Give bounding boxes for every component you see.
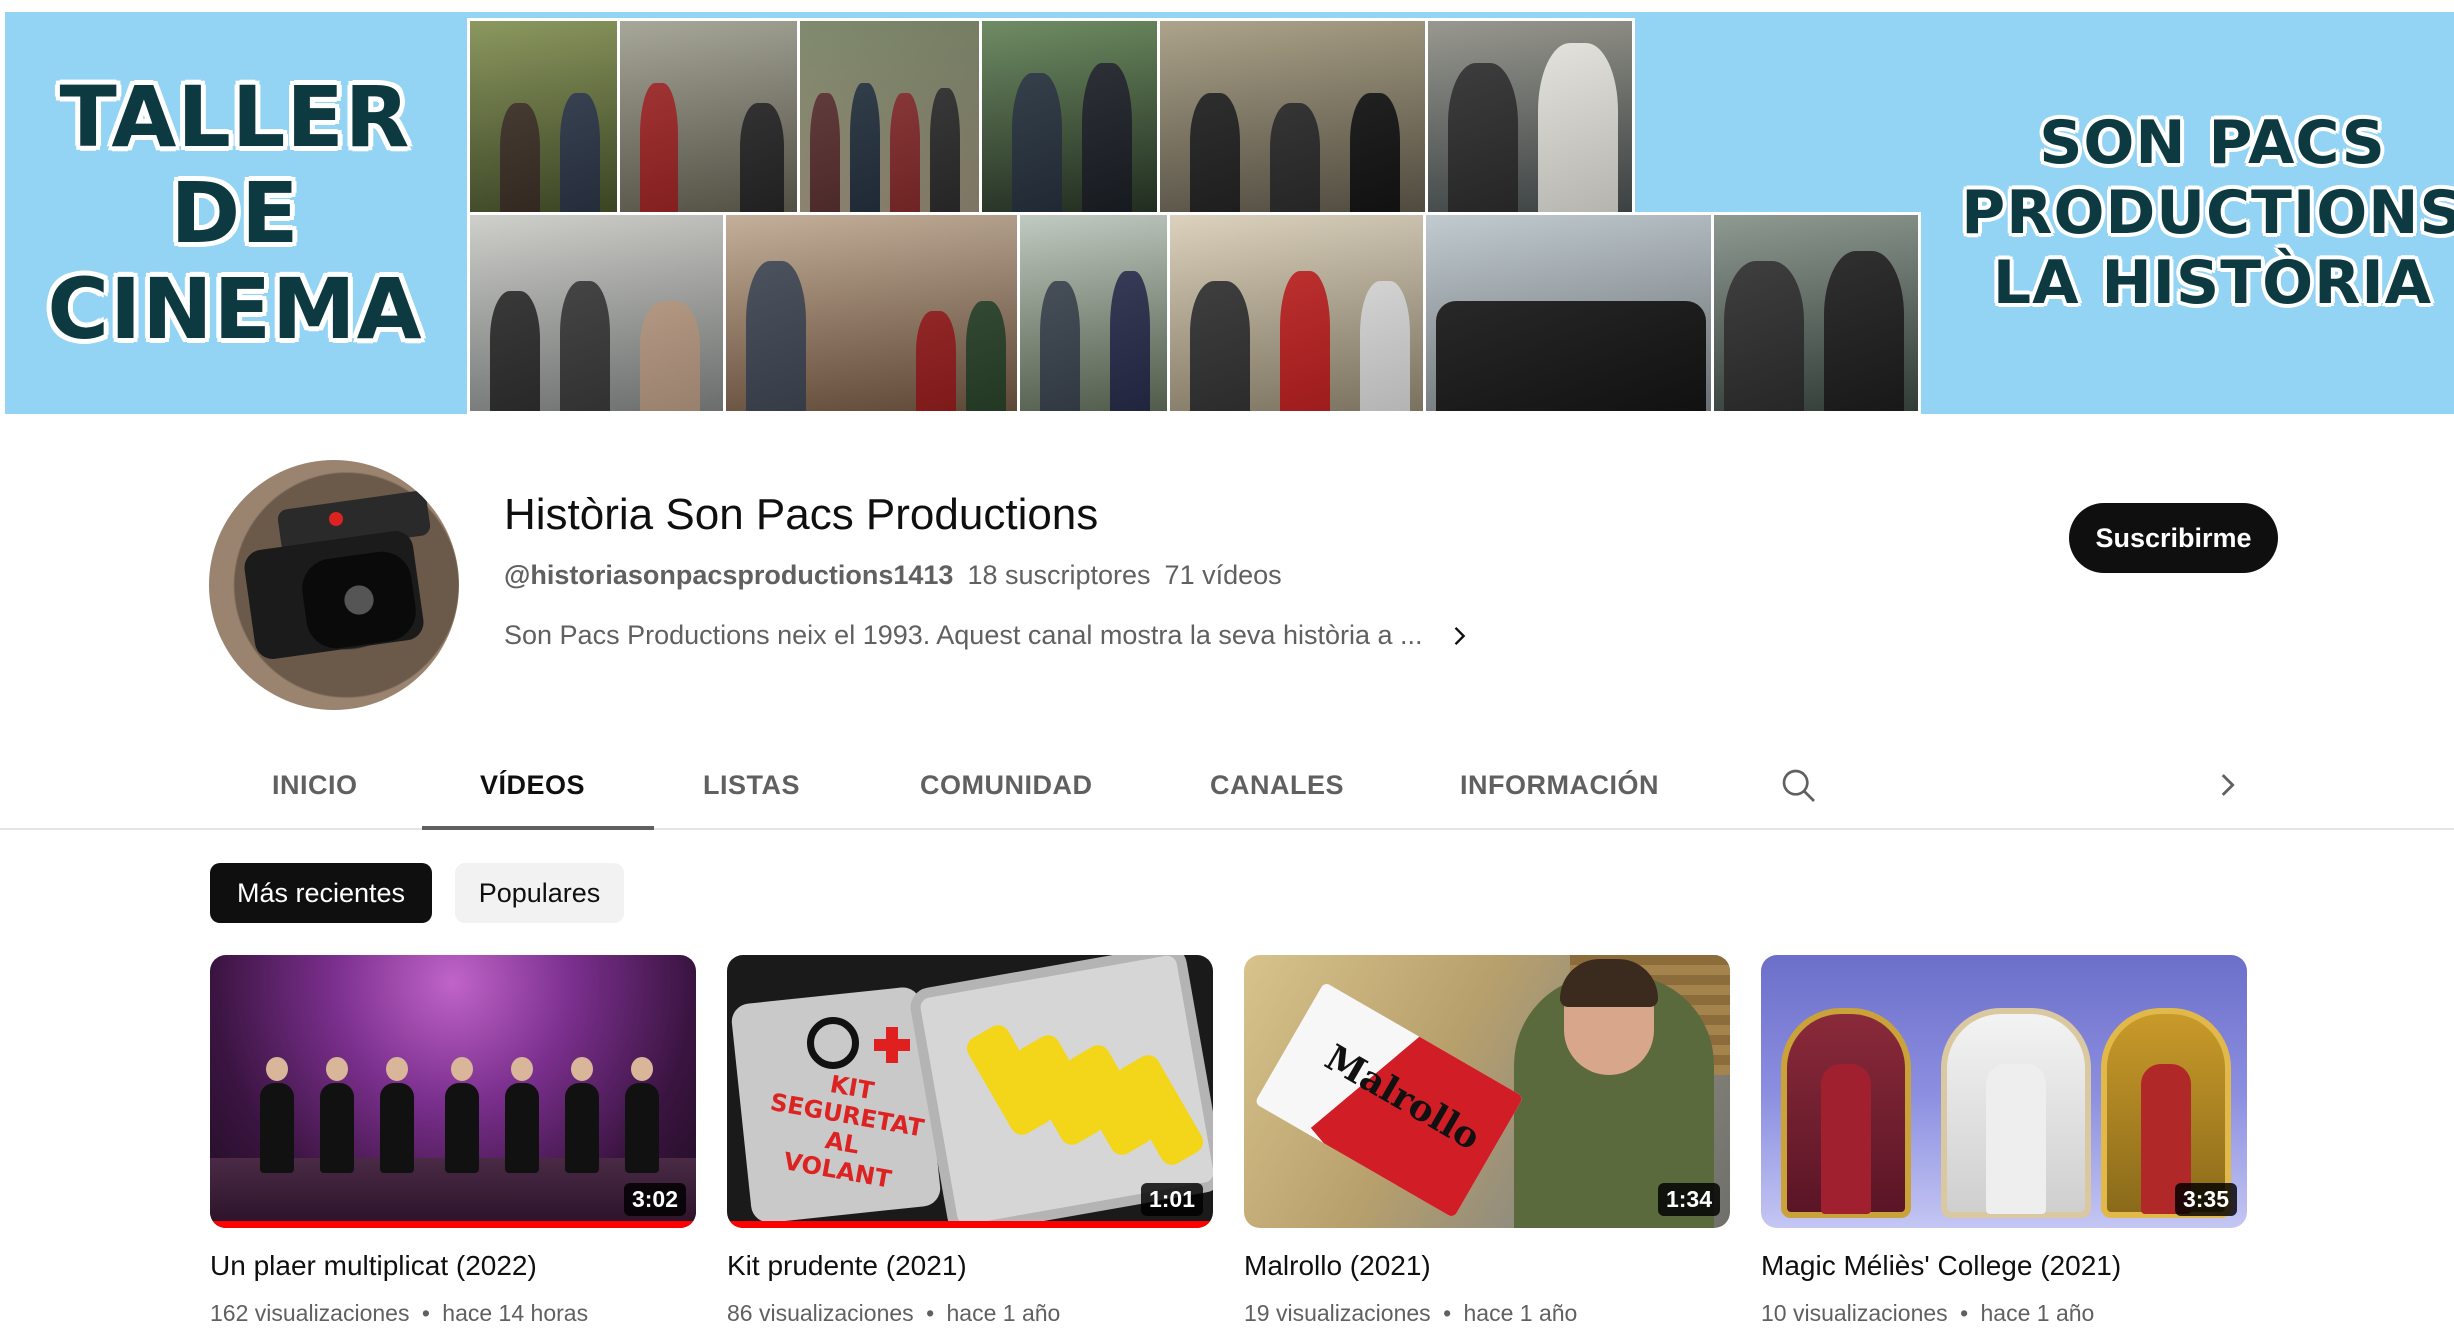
thumb-figure (1986, 1064, 2046, 1214)
search-icon[interactable] (1779, 766, 1819, 806)
chip-populares[interactable]: Populares (455, 863, 624, 923)
video-thumbnail[interactable]: 3:02 (210, 955, 696, 1228)
video-meta: 19 visualizaciones • hace 1 año (1244, 1300, 1730, 1327)
banner-photo (617, 18, 801, 216)
thumb-figure (320, 1057, 354, 1173)
steering-wheel-icon (807, 1017, 859, 1069)
channel-tabs: INICIO VÍDEOS LISTAS COMUNIDAD CANALES I… (0, 740, 2454, 830)
video-card[interactable]: KIT SEGURETAT AL VOLANT 1:01 Kit prudent… (727, 955, 1213, 1327)
video-title[interactable]: Magic Méliès' College (2021) (1761, 1250, 2247, 1282)
view-count: 86 visualizaciones (727, 1300, 914, 1326)
banner-photo (1157, 18, 1429, 216)
video-card[interactable]: Malrollo 1:34 Malrollo (2021) 19 visuali… (1244, 955, 1730, 1327)
channel-handle: @historiasonpacsproductions1413 (504, 560, 954, 590)
red-cross-icon (874, 1027, 910, 1063)
channel-meta: @historiasonpacsproductions1413 18 suscr… (504, 560, 1282, 591)
camera-led-shape (329, 512, 343, 526)
chevron-right-icon[interactable] (2210, 768, 2244, 802)
upload-age: hace 1 año (1463, 1300, 1578, 1326)
video-title[interactable]: Malrollo (2021) (1244, 1250, 1730, 1282)
thumb-figure (625, 1057, 659, 1173)
watch-progress-bar (727, 1221, 1213, 1228)
banner-photo (723, 212, 1021, 414)
channel-description-text: Son Pacs Productions neix el 1993. Aques… (504, 620, 1423, 650)
view-count: 10 visualizaciones (1761, 1300, 1948, 1326)
tab-canales[interactable]: CANALES (1210, 770, 1344, 801)
channel-name: Història Son Pacs Productions (504, 490, 1099, 539)
video-count: 71 vídeos (1164, 560, 1282, 590)
banner-photo (467, 212, 727, 414)
meta-separator: • (926, 1300, 935, 1326)
camera-lens-shape (298, 547, 420, 653)
video-duration: 1:34 (1657, 1183, 1720, 1216)
thumb-figure (260, 1057, 294, 1173)
upload-age: hace 1 año (1980, 1300, 2095, 1326)
thumb-pack-label: Malrollo (1318, 1036, 1488, 1159)
banner-left-line: TALLER (59, 68, 411, 166)
banner-photo (1017, 212, 1171, 414)
video-thumbnail[interactable]: 3:35 (1761, 955, 2247, 1228)
video-duration: 3:02 (623, 1183, 686, 1216)
subscriber-count: 18 suscriptores (967, 560, 1151, 590)
banner-photo (1423, 212, 1715, 414)
banner-title-right: SON PACS PRODUCTIONS LA HISTÒRIA (1961, 12, 2454, 414)
banner-photo (1711, 212, 1921, 414)
video-duration: 1:01 (1140, 1183, 1203, 1216)
video-card[interactable]: 3:35 Magic Méliès' College (2021) 10 vis… (1761, 955, 2247, 1327)
thumb-figure (445, 1057, 479, 1173)
upload-age: hace 14 horas (442, 1300, 589, 1326)
upload-age: hace 1 año (946, 1300, 1061, 1326)
channel-avatar[interactable] (209, 460, 459, 710)
thumb-figure (380, 1057, 414, 1173)
channel-banner: TALLER DE CINEMA SON PACS PRODUCTIONS LA… (5, 12, 2454, 414)
video-title[interactable]: Un plaer multiplicat (2022) (210, 1250, 696, 1282)
video-title[interactable]: Kit prudente (2021) (727, 1250, 1213, 1282)
video-duration: 3:35 (2174, 1183, 2237, 1216)
watch-progress-bar (210, 1221, 696, 1228)
view-count: 162 visualizaciones (210, 1300, 410, 1326)
video-thumbnail[interactable]: KIT SEGURETAT AL VOLANT 1:01 (727, 955, 1213, 1228)
meta-separator: • (1960, 1300, 1969, 1326)
meta-separator: • (1443, 1300, 1452, 1326)
banner-photo (1425, 18, 1635, 216)
tab-inicio[interactable]: INICIO (272, 770, 358, 801)
thumb-figure (505, 1057, 539, 1173)
banner-left-line: DE (170, 164, 300, 262)
banner-photo (979, 18, 1161, 216)
thumb-pack-shape: Malrollo (1254, 981, 1524, 1219)
banner-right-line: SON PACS (2039, 108, 2386, 178)
thumb-figure (565, 1057, 599, 1173)
banner-photo (797, 18, 983, 216)
video-card[interactable]: 3:02 Un plaer multiplicat (2022) 162 vis… (210, 955, 696, 1327)
banner-title-left: TALLER DE CINEMA (5, 12, 465, 414)
video-thumbnail[interactable]: Malrollo 1:34 (1244, 955, 1730, 1228)
banner-right-line: LA HISTÒRIA (1992, 248, 2433, 318)
chip-mas-recientes[interactable]: Más recientes (210, 863, 432, 923)
active-tab-indicator (422, 826, 654, 830)
tab-videos[interactable]: VÍDEOS (480, 770, 585, 801)
tab-informacion[interactable]: INFORMACIÓN (1460, 770, 1659, 801)
banner-photo-collage (467, 18, 1967, 414)
channel-description[interactable]: Son Pacs Productions neix el 1993. Aques… (504, 620, 1473, 651)
tab-listas[interactable]: LISTAS (703, 770, 800, 801)
banner-photo (1167, 212, 1427, 414)
subscribe-button[interactable]: Suscribirme (2069, 503, 2278, 573)
video-meta: 10 visualizaciones • hace 1 año (1761, 1300, 2247, 1327)
banner-photo (467, 18, 621, 216)
banner-left-line: CINEMA (47, 260, 423, 358)
thumb-figure (1821, 1064, 1871, 1214)
meta-separator: • (421, 1300, 430, 1326)
chevron-right-icon[interactable] (1445, 622, 1473, 650)
video-meta: 162 visualizaciones • hace 14 horas (210, 1300, 696, 1327)
view-count: 19 visualizaciones (1244, 1300, 1431, 1326)
banner-right-line: PRODUCTIONS (1961, 178, 2454, 248)
video-meta: 86 visualizaciones • hace 1 año (727, 1300, 1213, 1327)
tab-comunidad[interactable]: COMUNIDAD (920, 770, 1093, 801)
